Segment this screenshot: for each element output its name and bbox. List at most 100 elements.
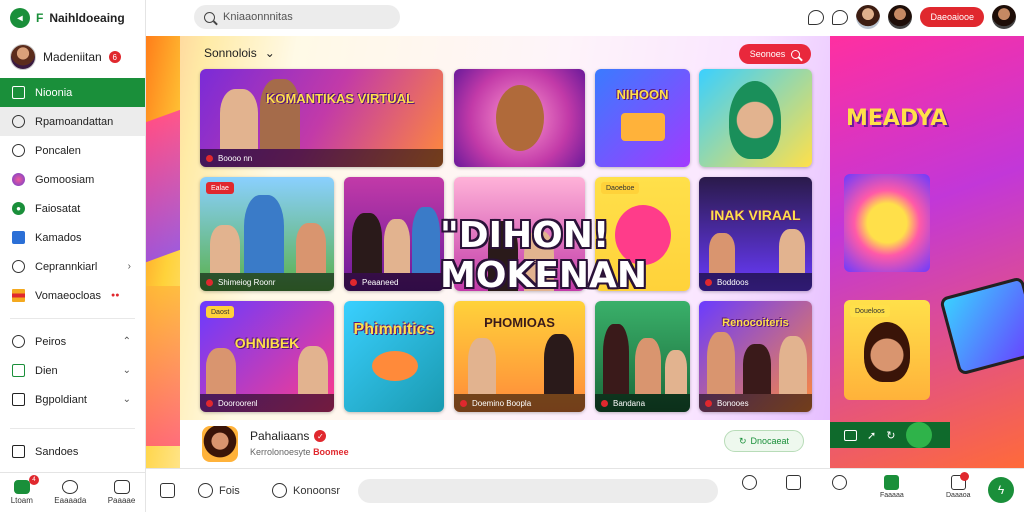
search-placeholder: Kniaaonnnitas — [223, 11, 293, 23]
card-title: Renocoiteris — [722, 317, 789, 329]
section-title[interactable]: Sonnolois ⌄ — [204, 46, 275, 60]
chevron-right-icon[interactable]: › — [128, 261, 131, 272]
dock-icon-screen[interactable] — [786, 475, 801, 490]
divider — [10, 428, 135, 429]
dock-icon-active[interactable]: Faaaaa — [880, 475, 904, 499]
avatar[interactable] — [888, 5, 913, 29]
video-card[interactable]: Bandana — [595, 301, 690, 412]
tab-eaaaada[interactable]: Eaaaada — [54, 480, 86, 505]
dock-icon-label: Faaaaa — [880, 492, 904, 499]
sidebar-item-vomaeocloas[interactable]: Vomaeocloas ●● — [0, 281, 145, 310]
player-controls: ➚ ↻ — [830, 422, 950, 448]
dock-icon-label: Daaaoa — [946, 492, 971, 499]
video-card[interactable]: KOMANTIKAS VIRTUAL Boooo nn — [200, 69, 443, 167]
sidebar-item-bgpoldiant[interactable]: Bgpoldiant ⌄ — [0, 385, 145, 414]
featured-card[interactable] — [844, 174, 930, 272]
avatar — [10, 44, 36, 70]
dock-icon-notify[interactable]: Daaaoa — [946, 472, 971, 499]
sidebar-item-label: Kamados — [35, 231, 82, 244]
home-button[interactable] — [160, 483, 175, 498]
right-panel-title: MEADYA — [846, 106, 948, 131]
heart-icon — [705, 278, 712, 286]
video-card[interactable] — [454, 69, 585, 167]
video-card[interactable]: INAK VIRAAL Boddoos — [699, 177, 812, 291]
sidebar-item-peiros[interactable]: Peiros ⌃ — [0, 327, 145, 356]
home-icon — [13, 480, 30, 494]
brand[interactable]: ◂ F Naihldoeaing — [0, 0, 145, 36]
list-icon — [12, 364, 25, 377]
profile[interactable]: Madeniitan 6 — [0, 36, 145, 78]
thumbnail-person — [468, 338, 496, 394]
dock-icon-person[interactable] — [742, 475, 757, 490]
share-icon[interactable]: ➚ — [867, 429, 876, 442]
dock-input[interactable] — [358, 479, 718, 503]
chat-icon — [272, 483, 287, 498]
sidebar-item-dien[interactable]: Dien ⌄ — [0, 356, 145, 385]
sidebar-item-kamados[interactable]: Kamados — [0, 223, 145, 252]
video-card[interactable]: Ealae Shimeiog Roonr — [200, 177, 334, 291]
search-input[interactable]: Kniaaonnnitas — [194, 5, 400, 29]
screen-icon[interactable] — [844, 429, 857, 441]
palette-icon — [12, 173, 25, 186]
channel-avatar[interactable] — [202, 426, 238, 462]
video-card[interactable]: PHOMIOAS Doemino Boopla — [454, 301, 585, 412]
video-card[interactable] — [699, 69, 812, 167]
chevron-down-icon[interactable]: ⌄ — [123, 394, 131, 405]
home-icon — [160, 483, 175, 498]
dock-icon-chat[interactable] — [832, 475, 847, 490]
sidebar-item-gomoosiam[interactable]: Gomoosiam — [0, 165, 145, 194]
channel-subtitle: Kerrolonoesyte Boomee — [250, 447, 349, 457]
chevron-up-icon[interactable]: ⌃ — [123, 336, 131, 347]
profile-badge: 6 — [108, 51, 121, 63]
action-pill-button[interactable]: Daeoaiooe — [920, 7, 984, 27]
thumbnail-person — [352, 213, 382, 273]
tag-icon — [198, 483, 213, 498]
sidebar-item-label: Peiros — [35, 335, 67, 348]
lightning-button[interactable] — [906, 422, 932, 448]
sidebar-item-faiosatat[interactable]: ● Faiosatat — [0, 194, 145, 223]
sidebar-item-sandoes[interactable]: Sandoes — [0, 437, 145, 466]
bottom-dock: Fois Konoonsr Faaaaa Daaaoa ϟ — [146, 468, 1024, 512]
card-tag: Daoeboe — [601, 182, 640, 194]
avatar[interactable] — [856, 5, 881, 29]
dock-item-label: Konoonsr — [293, 484, 341, 497]
card-title: INAK VIRAAL — [710, 207, 801, 223]
section-search-button[interactable]: Seonoes — [739, 44, 811, 64]
thumbnail-person — [665, 350, 687, 394]
video-card[interactable]: NIHOON — [595, 69, 690, 167]
fab-button[interactable]: ϟ — [988, 477, 1014, 503]
dock-item-konoonsr[interactable]: Konoonsr — [272, 483, 340, 498]
chat-icon[interactable] — [808, 9, 825, 25]
featured-card[interactable]: Doueloos — [844, 300, 930, 400]
dock-item-label: Fois — [219, 484, 240, 497]
card-label-text: Peaaneed — [362, 277, 399, 287]
message-icon[interactable] — [832, 9, 849, 25]
decor-stripe — [146, 109, 180, 263]
card-label: Doemino Boopla — [454, 394, 585, 412]
thumbnail-person — [296, 223, 326, 273]
loop-icon[interactable]: ↻ — [886, 429, 895, 442]
card-label: Peaaneed — [344, 273, 444, 291]
sidebar-item-nioonia[interactable]: Nioonia — [0, 78, 145, 107]
sidebar-item-rpamoandattan[interactable]: Rpamoandattan — [0, 107, 145, 136]
subscribe-label: Dnocaeat — [750, 436, 790, 446]
dock-item-fois[interactable]: Fois — [198, 483, 240, 498]
tab-paaaae[interactable]: Paaaae — [108, 480, 135, 505]
heart-icon — [350, 278, 357, 286]
video-card[interactable]: Phimnitics — [344, 301, 444, 412]
video-card[interactable]: Renocoiteris Bonooes — [699, 301, 812, 412]
sidebar-item-poncalen[interactable]: Poncalen — [0, 136, 145, 165]
user-avatar[interactable] — [992, 5, 1016, 29]
lightning-icon: ϟ — [997, 483, 1005, 497]
tab-ltoam[interactable]: 4 Ltoam — [11, 475, 39, 505]
subscribe-button[interactable]: ↻ Dnocaeat — [724, 430, 804, 452]
topbar-actions: Daeoaiooe — [808, 5, 1016, 29]
video-card[interactable]: Daost OHNIBEK Dooroorenl — [200, 301, 334, 412]
sidebar-item-label: Poncalen — [35, 144, 81, 157]
channel-subtitle-accent: Boomee — [313, 447, 349, 457]
sidebar-item-ceprannkiarl[interactable]: Ceprannkiarl › — [0, 252, 145, 281]
chevron-down-icon[interactable]: ⌄ — [123, 365, 131, 376]
card-tag: Daost — [206, 306, 235, 318]
channel-title[interactable]: Pahaliaans ✓ — [250, 429, 327, 443]
video-card[interactable]: Peaaneed — [344, 177, 444, 291]
